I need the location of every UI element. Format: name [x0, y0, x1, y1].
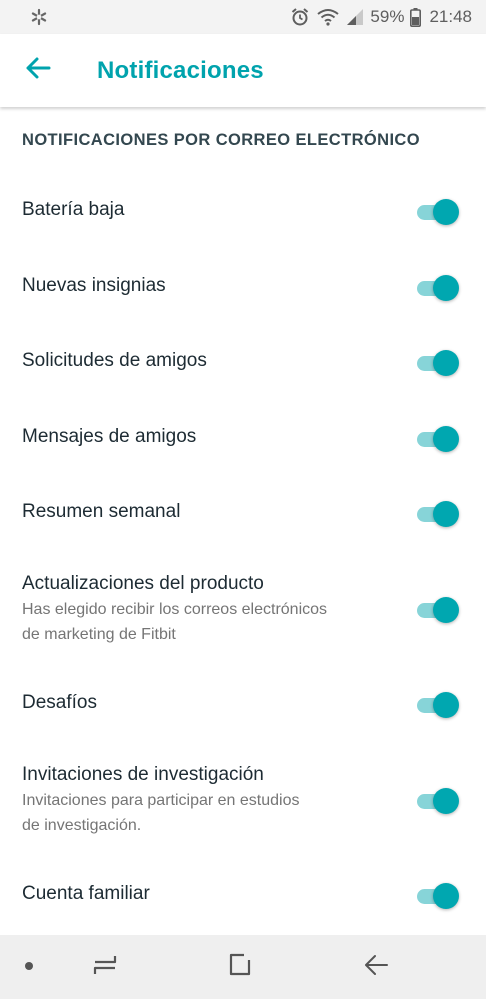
page-title: Notificaciones — [97, 56, 264, 84]
setting-label: Batería baja — [22, 199, 125, 220]
low-battery-toggle[interactable] — [415, 197, 461, 227]
setting-label: Cuenta familiar — [22, 883, 150, 904]
toggle-thumb — [433, 275, 459, 301]
nav-back-button[interactable] — [359, 951, 393, 983]
setting-description-line: de investigación. — [22, 817, 142, 834]
nav-recents-button[interactable] — [88, 951, 122, 983]
setting-label: Nuevas insignias — [22, 275, 166, 296]
toggle-thumb — [433, 883, 459, 909]
product-updates-toggle[interactable] — [415, 595, 461, 625]
setting-label: Mensajes de amigos — [22, 426, 197, 447]
home-icon — [227, 952, 253, 983]
recents-icon — [92, 953, 118, 982]
settings-content: NOTIFICACIONES POR CORREO ELECTRÓNICO Ba… — [0, 107, 486, 935]
family-account-toggle[interactable] — [415, 881, 461, 911]
nav-dot-button[interactable] — [12, 951, 46, 983]
setting-description: Has elegido recibir los correos electrón… — [22, 597, 392, 647]
setting-label: Resumen semanal — [22, 501, 181, 522]
status-bar: 59% 21:48 — [0, 0, 486, 34]
back-icon — [363, 953, 389, 982]
section-header: NOTIFICACIONES POR CORREO ELECTRÓNICO — [22, 131, 420, 149]
toggle-thumb — [433, 692, 459, 718]
research-invitations-toggle[interactable] — [415, 786, 461, 816]
battery-percent: 59% — [370, 7, 405, 26]
toggle-thumb — [433, 788, 459, 814]
setting-description: Invitaciones para participar en estudios… — [22, 788, 392, 838]
nav-home-button[interactable] — [223, 951, 257, 983]
status-time: 21:48 — [429, 7, 472, 26]
setting-description-line: Has elegido recibir los correos electrón… — [22, 601, 328, 618]
toggle-thumb — [433, 199, 459, 225]
new-badges-toggle[interactable] — [415, 273, 461, 303]
dot-icon — [24, 958, 34, 976]
setting-label: Solicitudes de amigos — [22, 350, 207, 371]
setting-label: Actualizaciones del producto — [22, 573, 264, 594]
challenges-toggle[interactable] — [415, 690, 461, 720]
friend-messages-toggle[interactable] — [415, 424, 461, 454]
signal-icon — [346, 8, 364, 26]
setting-description-line: Invitaciones para participar en estudios — [22, 792, 300, 809]
toggle-thumb — [433, 350, 459, 376]
setting-description-line: de marketing de Fitbit — [22, 626, 176, 643]
back-button[interactable] — [23, 56, 53, 86]
app-bar: Notificaciones — [0, 34, 486, 107]
wifi-icon — [316, 7, 340, 27]
toggle-thumb — [433, 501, 459, 527]
toggle-thumb — [433, 597, 459, 623]
setting-label: Invitaciones de investigación — [22, 764, 264, 785]
battery-icon — [410, 7, 422, 27]
system-nav-bar — [0, 935, 486, 999]
arrow-left-icon — [25, 56, 51, 85]
asterisk-icon — [30, 8, 48, 26]
toggle-thumb — [433, 426, 459, 452]
friend-requests-toggle[interactable] — [415, 348, 461, 378]
alarm-icon — [290, 7, 310, 27]
weekly-summary-toggle[interactable] — [415, 499, 461, 529]
setting-label: Desafíos — [22, 692, 97, 713]
